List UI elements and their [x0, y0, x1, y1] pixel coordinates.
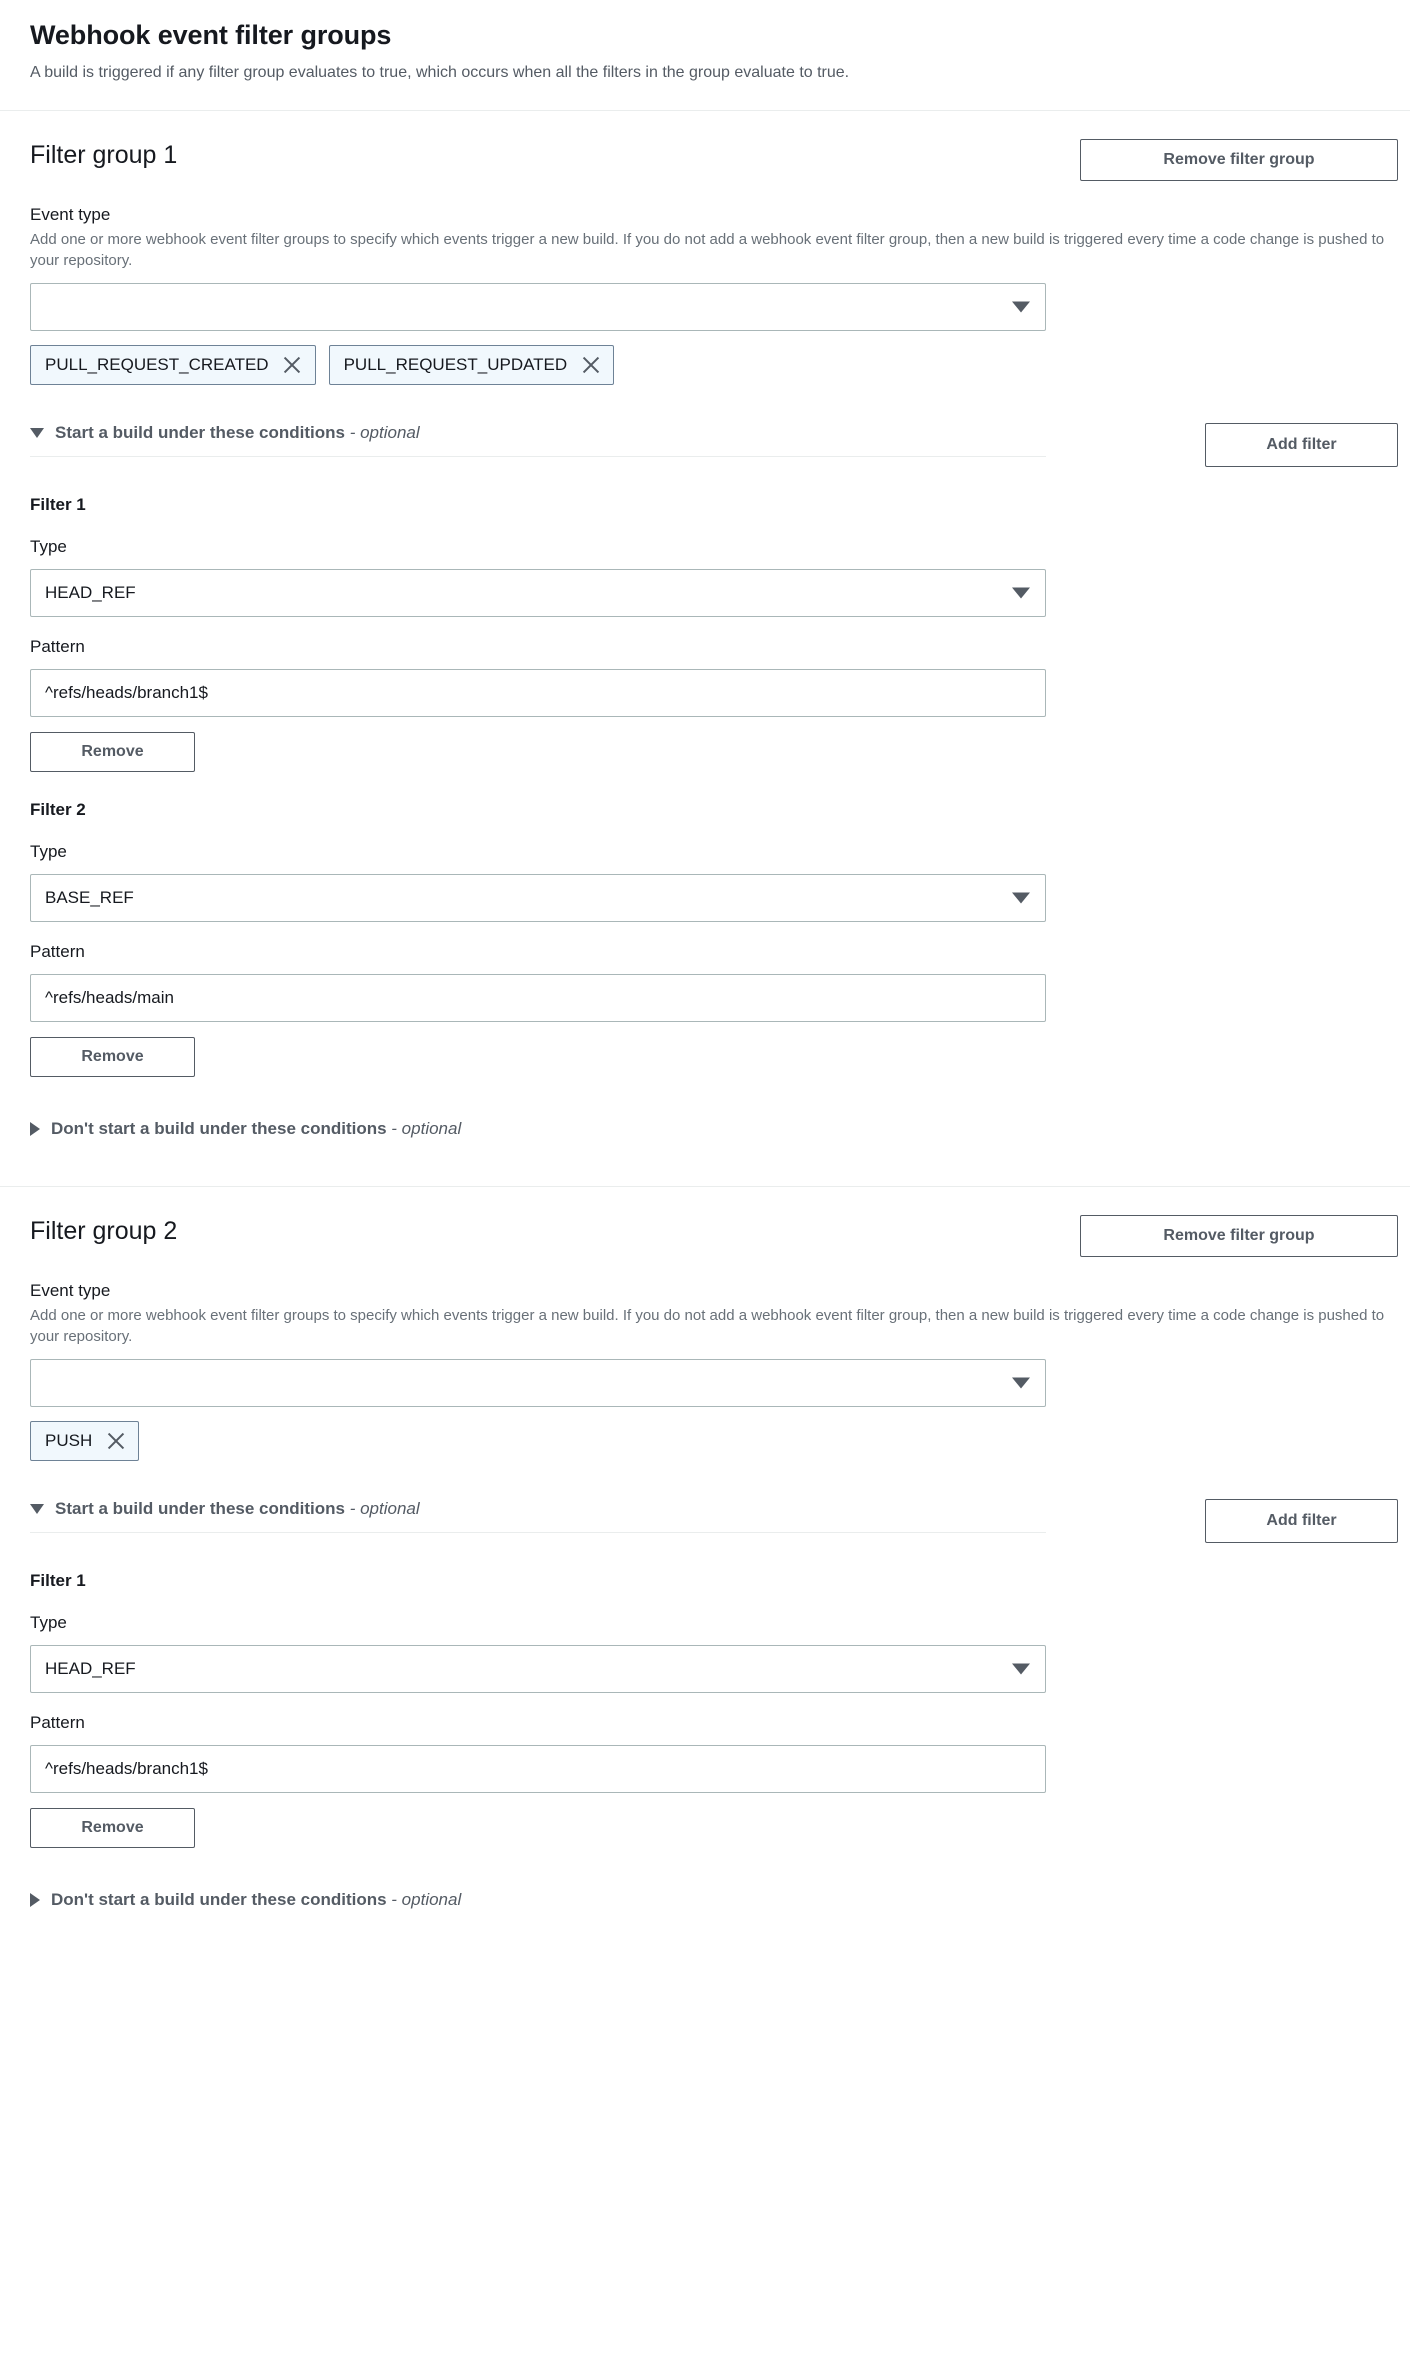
page-description: A build is triggered if any filter group… [30, 64, 850, 81]
filter-group-2-title: Filter group 2 [30, 1217, 178, 1245]
filter-group-1: Filter group 1 Remove filter group Event… [0, 111, 1428, 1186]
filter-remove-wrap: Remove [30, 1808, 1398, 1848]
filter-group-1-dont-start-build-section: Don't start a build under these conditio… [30, 1119, 1398, 1186]
filter-type-label: Type [30, 1613, 67, 1632]
filter-group-2-filter-1: Filter 1 Type HEAD_REF Pattern Remove [30, 1571, 1398, 1848]
filter-type-select-wrap: HEAD_REF [30, 569, 1046, 617]
filter-group-1-event-type-select-wrap [30, 283, 1046, 331]
remove-filter-button[interactable]: Remove [30, 1037, 195, 1077]
filter-group-1-start-build-section: Start a build under these conditions - o… [30, 423, 1398, 467]
event-type-label: Event type [30, 205, 111, 224]
filter-pattern-label: Pattern [30, 942, 85, 961]
event-type-token-label: PULL_REQUEST_CREATED [45, 355, 269, 374]
filter-group-2-event-type-block: Event type Add one or more webhook event… [30, 1279, 1398, 1461]
page-header: Webhook event filter groups A build is t… [0, 0, 1428, 110]
filter-type-select[interactable]: BASE_REF [30, 874, 1046, 922]
filter-title: Filter 1 [30, 1571, 86, 1590]
start-build-toggle[interactable]: Start a build under these conditions - o… [30, 423, 1046, 456]
page-title: Webhook event filter groups [30, 20, 392, 50]
filter-pattern-label: Pattern [30, 637, 85, 656]
filter-group-2-token-row: PUSH [30, 1421, 1398, 1461]
filter-group-2-event-type-select[interactable] [30, 1359, 1046, 1407]
filter-type-select[interactable]: HEAD_REF [30, 569, 1046, 617]
triangle-down-icon [30, 1504, 44, 1514]
dont-start-build-label: Don't start a build under these conditio… [51, 1119, 462, 1138]
start-build-label: Start a build under these conditions - o… [55, 1499, 420, 1518]
filter-pattern-input[interactable] [30, 1745, 1046, 1793]
filter-group-2-start-build-section: Start a build under these conditions - o… [30, 1499, 1398, 1543]
filter-group-1-header: Filter group 1 Remove filter group [30, 111, 1398, 181]
start-build-toggle[interactable]: Start a build under these conditions - o… [30, 1499, 1046, 1532]
event-type-description: Add one or more webhook event filter gro… [30, 1307, 1385, 1345]
event-type-token[interactable]: PUSH [30, 1421, 140, 1461]
event-type-token[interactable]: PULL_REQUEST_CREATED [30, 345, 316, 385]
filter-type-select-wrap: BASE_REF [30, 874, 1046, 922]
dont-start-build-toggle[interactable]: Don't start a build under these conditio… [30, 1119, 1398, 1152]
start-build-left: Start a build under these conditions - o… [30, 1499, 1046, 1533]
start-build-label: Start a build under these conditions - o… [55, 423, 420, 442]
filter-group-1-filter-1: Filter 1 Type HEAD_REF Pattern Remove [30, 495, 1398, 772]
event-type-token-label: PUSH [45, 1431, 93, 1450]
triangle-right-icon [30, 1893, 40, 1907]
close-x-icon[interactable] [581, 356, 600, 375]
filter-title: Filter 1 [30, 495, 86, 514]
filter-remove-wrap: Remove [30, 1037, 1398, 1077]
filter-group-1-token-row: PULL_REQUEST_CREATED PULL_REQUEST_UPDATE… [30, 345, 1398, 385]
event-type-label: Event type [30, 1281, 111, 1300]
filter-type-label: Type [30, 842, 67, 861]
start-build-left: Start a build under these conditions - o… [30, 423, 1046, 457]
event-type-token[interactable]: PULL_REQUEST_UPDATED [328, 345, 615, 385]
event-type-description: Add one or more webhook event filter gro… [30, 231, 1385, 269]
add-filter-group-2-button[interactable]: Add filter [1205, 1499, 1398, 1543]
filter-group-2-event-type-select-wrap [30, 1359, 1046, 1407]
remove-filter-group-1-button[interactable]: Remove filter group [1080, 139, 1398, 181]
filter-pattern-input[interactable] [30, 669, 1046, 717]
start-build-rule [30, 1532, 1046, 1533]
close-x-icon[interactable] [283, 356, 302, 375]
triangle-down-icon [30, 428, 44, 438]
triangle-right-icon [30, 1122, 40, 1136]
remove-filter-button[interactable]: Remove [30, 732, 195, 772]
filter-remove-wrap: Remove [30, 732, 1398, 772]
dont-start-build-label: Don't start a build under these conditio… [51, 1890, 462, 1909]
filter-group-2-header: Filter group 2 Remove filter group [30, 1187, 1398, 1257]
remove-filter-button[interactable]: Remove [30, 1808, 195, 1848]
filter-type-select-wrap: HEAD_REF [30, 1645, 1046, 1693]
webhook-filter-groups-page: Webhook event filter groups A build is t… [0, 0, 1428, 1923]
filter-group-1-title: Filter group 1 [30, 141, 178, 169]
filter-group-1-event-type-select[interactable] [30, 283, 1046, 331]
filter-group-2-dont-start-build-section: Don't start a build under these conditio… [30, 1890, 1398, 1923]
add-filter-group-1-button[interactable]: Add filter [1205, 423, 1398, 467]
filter-type-select[interactable]: HEAD_REF [30, 1645, 1046, 1693]
remove-filter-group-2-button[interactable]: Remove filter group [1080, 1215, 1398, 1257]
filter-group-1-filter-2: Filter 2 Type BASE_REF Pattern Remove [30, 800, 1398, 1077]
filter-group-1-event-type-block: Event type Add one or more webhook event… [30, 203, 1398, 385]
close-x-icon[interactable] [106, 1432, 125, 1451]
filter-type-label: Type [30, 537, 67, 556]
filter-title: Filter 2 [30, 800, 86, 819]
filter-group-2: Filter group 2 Remove filter group Event… [0, 1187, 1428, 1923]
dont-start-build-toggle[interactable]: Don't start a build under these conditio… [30, 1890, 1398, 1923]
filter-pattern-input[interactable] [30, 974, 1046, 1022]
start-build-rule [30, 456, 1046, 457]
event-type-token-label: PULL_REQUEST_UPDATED [343, 355, 568, 374]
filter-pattern-label: Pattern [30, 1713, 85, 1732]
